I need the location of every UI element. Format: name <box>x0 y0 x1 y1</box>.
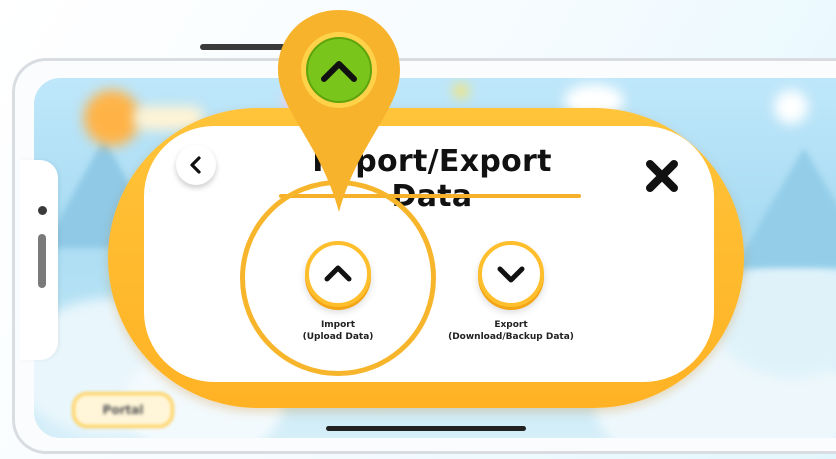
home-indicator <box>326 426 526 431</box>
avatar-badge-blur <box>84 90 140 146</box>
import-label: Import (Upload Data) <box>302 320 374 342</box>
phone-side-button <box>38 234 46 288</box>
back-button[interactable] <box>176 145 216 185</box>
chevron-down-icon <box>497 266 525 283</box>
export-label: Export (Download/Backup Data) <box>448 320 574 342</box>
chevron-left-icon <box>190 156 201 174</box>
phone-side-dot <box>38 206 47 215</box>
close-x-icon <box>646 160 678 192</box>
import-button[interactable] <box>305 241 371 307</box>
location-pin-marker <box>278 10 400 212</box>
export-button[interactable] <box>478 241 544 307</box>
portal-button-blurred: Portal <box>72 392 174 428</box>
close-button[interactable] <box>642 156 682 196</box>
chevron-up-icon <box>324 265 352 282</box>
